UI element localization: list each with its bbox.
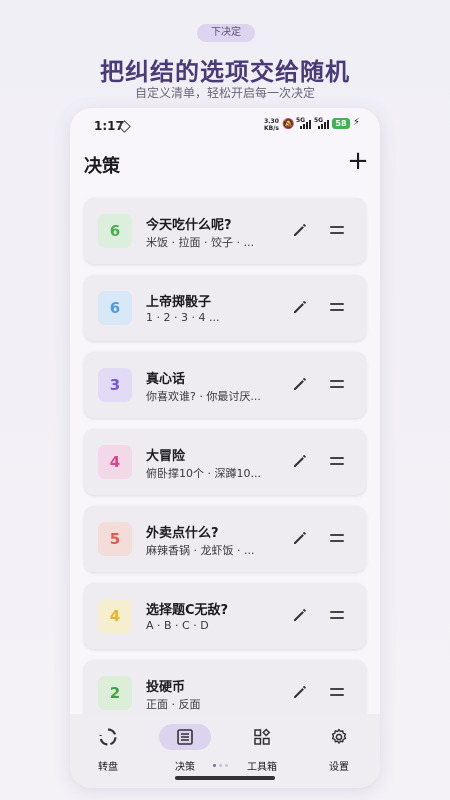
item-options: 麻辣香锅 · 龙虾饭 · ...	[146, 544, 255, 557]
nav-item-settings[interactable]: 设置	[304, 714, 374, 788]
item-options: 正面 · 反面	[146, 698, 201, 711]
item-title: 今天吃什么呢?	[146, 218, 232, 233]
nav-label: 工具箱	[247, 762, 277, 773]
signal-icon: 5G	[314, 117, 330, 129]
item-title: 外卖点什么?	[146, 526, 219, 541]
network-speed: 3.30 KB/s	[264, 118, 279, 132]
item-title: 投硬币	[146, 680, 186, 695]
item-options: A · B · C · D	[146, 619, 209, 632]
item-count-badge: 4	[98, 445, 132, 479]
list-item[interactable]: 5 外卖点什么? 麻辣香锅 · 龙虾饭 · ...	[84, 506, 366, 572]
promo-subtitle: 自定义清单，轻松开启每一次决定	[134, 86, 315, 100]
page-title: 决策	[84, 156, 120, 177]
edit-pencil-icon[interactable]	[290, 682, 310, 702]
drag-handle-icon[interactable]	[330, 303, 344, 313]
drag-handle-icon[interactable]	[330, 534, 344, 544]
edit-pencil-icon[interactable]	[290, 297, 310, 317]
item-options: 1 · 2 · 3 · 4 ...	[146, 311, 220, 324]
edit-pencil-icon[interactable]	[290, 374, 310, 394]
mute-icon: 🔕	[282, 119, 295, 130]
item-title: 大冒险	[146, 449, 186, 464]
edit-pencil-icon[interactable]	[290, 451, 310, 471]
network-type-2: 5G	[314, 117, 324, 124]
edit-pencil-icon[interactable]	[290, 220, 310, 240]
item-options: 你喜欢谁? · 你最讨厌...	[146, 390, 261, 403]
signal-icon: 5G	[296, 117, 312, 129]
nav-label: 决策	[175, 762, 195, 773]
item-count-badge: 6	[98, 291, 132, 325]
list-icon	[175, 727, 195, 747]
item-options: 米饭 · 拉面 · 饺子 · ...	[146, 236, 254, 249]
gear-icon	[329, 727, 349, 747]
item-count-badge: 5	[98, 522, 132, 556]
edit-pencil-icon[interactable]	[290, 528, 310, 548]
phone-screen: 1:17 3.30 KB/s 🔕 5G 5G 58 ⚡ 决策 + 6 今天吃什么呢…	[70, 108, 380, 788]
home-indicator[interactable]	[175, 776, 275, 780]
item-count-badge: 6	[98, 214, 132, 248]
network-speed-value: 3.30	[264, 118, 279, 125]
spinner-icon	[98, 727, 118, 747]
item-count-badge: 4	[98, 599, 132, 633]
item-count-badge: 2	[98, 676, 132, 710]
list-item[interactable]: 6 上帝掷骰子 1 · 2 · 3 · 4 ...	[84, 275, 366, 341]
list-item[interactable]: 4 选择题C无敌? A · B · C · D	[84, 583, 366, 649]
item-title: 选择题C无敌?	[146, 603, 229, 618]
drag-handle-icon[interactable]	[330, 380, 344, 390]
drag-handle-icon[interactable]	[330, 611, 344, 621]
charging-icon: ⚡	[353, 117, 361, 128]
network-speed-unit: KB/s	[264, 125, 279, 132]
battery-indicator: 58	[332, 118, 350, 129]
list-item[interactable]: 6 今天吃什么呢? 米饭 · 拉面 · 饺子 · ...	[84, 198, 366, 264]
nav-item-wheel[interactable]: 转盘	[73, 714, 143, 788]
drag-handle-icon[interactable]	[330, 688, 344, 698]
drag-handle-icon[interactable]	[330, 226, 344, 236]
drag-handle-icon[interactable]	[330, 457, 344, 467]
list-item[interactable]: 3 真心话你喜欢谁? · 你最讨厌...	[84, 352, 366, 418]
item-count-badge: 3	[98, 368, 132, 402]
nav-label: 设置	[329, 762, 349, 773]
list-item[interactable]: 4 大冒险俯卧撑10个 · 深蹲10...	[84, 429, 366, 495]
add-button[interactable]: +	[346, 148, 370, 174]
item-title: 上帝掷骰子	[146, 295, 212, 310]
promo-tag: 下决定	[197, 24, 255, 42]
promo-title: 把纠结的选项交给随机	[100, 58, 350, 86]
nav-label: 转盘	[98, 762, 118, 773]
network-type-1: 5G	[296, 117, 306, 124]
edit-pencil-icon[interactable]	[290, 605, 310, 625]
item-title: 真心话	[146, 372, 186, 387]
toolbox-icon	[252, 727, 272, 747]
item-options: 俯卧撑10个 · 深蹲10...	[146, 467, 261, 480]
status-bar: 1:17 3.30 KB/s 🔕 5G 5G 58 ⚡	[70, 108, 380, 144]
